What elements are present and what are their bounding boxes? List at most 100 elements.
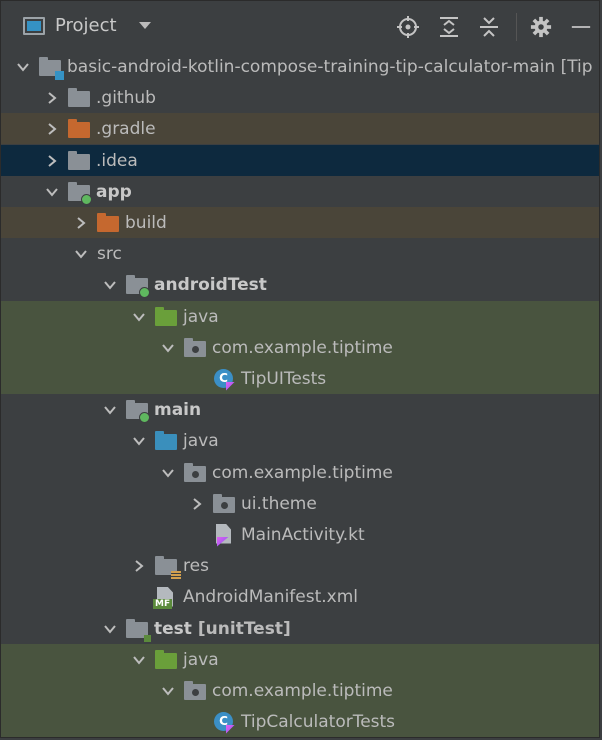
chevron-down-icon[interactable] bbox=[129, 307, 149, 327]
package-icon bbox=[213, 493, 235, 514]
chevron-down-icon[interactable] bbox=[158, 681, 178, 701]
package-icon bbox=[184, 337, 206, 358]
folder-icon bbox=[68, 87, 90, 108]
chevron-down-icon[interactable] bbox=[71, 244, 91, 264]
chevron-right-icon[interactable] bbox=[71, 213, 91, 233]
module-folder-icon bbox=[39, 56, 64, 80]
tree-row[interactable]: java bbox=[1, 301, 599, 332]
panel-title: Project bbox=[55, 15, 117, 36]
tree-row-label: ui.theme bbox=[241, 493, 317, 514]
source-folder-icon bbox=[155, 430, 177, 451]
tree-row[interactable]: .gradle bbox=[1, 113, 599, 144]
tree-row[interactable]: com.example.tiptime bbox=[1, 675, 599, 706]
package-icon bbox=[184, 680, 206, 701]
tree-row[interactable]: com.example.tiptime bbox=[1, 332, 599, 363]
chevron-down-icon[interactable] bbox=[158, 338, 178, 358]
chevron-down-icon[interactable] bbox=[42, 182, 62, 202]
chevron-down-icon[interactable] bbox=[138, 22, 151, 29]
module-folder-icon bbox=[126, 274, 150, 298]
tree-row[interactable]: src bbox=[1, 238, 599, 269]
tree-row-label: com.example.tiptime bbox=[212, 337, 393, 358]
chevron-right-icon[interactable] bbox=[129, 556, 149, 576]
chevron-right-icon[interactable] bbox=[42, 119, 62, 139]
tree-row[interactable]: java bbox=[1, 644, 599, 675]
tree-row-label: TipUITests bbox=[241, 368, 327, 389]
chevron-down-icon[interactable] bbox=[129, 431, 149, 451]
tree-row-label: java bbox=[183, 649, 219, 670]
manifest-file-icon: MF bbox=[153, 586, 177, 609]
module-folder-icon bbox=[126, 399, 150, 423]
kotlin-class-icon: C bbox=[213, 711, 235, 734]
folder-icon bbox=[68, 150, 90, 171]
tree-row-label: java bbox=[183, 306, 219, 327]
tree-row[interactable]: androidTest bbox=[1, 269, 599, 300]
test-source-folder-icon bbox=[155, 649, 177, 670]
tree-row[interactable]: build bbox=[1, 207, 599, 238]
chevron-down-icon[interactable] bbox=[100, 275, 120, 295]
tree-row-label: com.example.tiptime bbox=[212, 462, 393, 483]
tree-row[interactable]: MainActivity.kt bbox=[1, 519, 599, 550]
tree-row[interactable]: com.example.tiptime bbox=[1, 457, 599, 488]
chevron-right-icon[interactable] bbox=[187, 494, 207, 514]
chevron-down-icon[interactable] bbox=[100, 400, 120, 420]
kotlin-file-icon bbox=[213, 523, 235, 547]
tree-row-label: androidTest bbox=[154, 274, 267, 295]
tree-row[interactable]: MF AndroidManifest.xml bbox=[1, 581, 599, 612]
tree-row-label: basic-android-kotlin-compose-training-ti… bbox=[67, 56, 593, 77]
tree-row-label: res bbox=[183, 555, 209, 576]
expand-all-icon[interactable] bbox=[437, 15, 461, 39]
tree-row[interactable]: .idea bbox=[1, 145, 599, 176]
tree-row-label: MainActivity.kt bbox=[241, 524, 365, 545]
chevron-down-icon[interactable] bbox=[129, 650, 149, 670]
tree-row[interactable]: C TipCalculatorTests bbox=[1, 706, 599, 737]
tree-row-label: src bbox=[97, 243, 122, 264]
tree-row-label: com.example.tiptime bbox=[212, 680, 393, 701]
tree-row[interactable]: app bbox=[1, 176, 599, 207]
tree-row[interactable]: main bbox=[1, 394, 599, 425]
chevron-right-icon[interactable] bbox=[42, 151, 62, 171]
excluded-folder-icon bbox=[68, 118, 90, 139]
module-folder-icon bbox=[126, 618, 151, 642]
resources-folder-icon bbox=[155, 555, 181, 580]
tree-row[interactable]: C TipUITests bbox=[1, 363, 599, 394]
kotlin-class-icon: C bbox=[213, 368, 235, 391]
tree-row-label: .github bbox=[96, 87, 156, 108]
test-source-folder-icon bbox=[155, 306, 177, 327]
tree-row-label: TipCalculatorTests bbox=[241, 711, 396, 732]
tree-row-label: test bbox=[154, 618, 192, 639]
select-opened-file-icon[interactable] bbox=[396, 15, 420, 39]
chevron-down-icon[interactable] bbox=[100, 619, 120, 639]
tree-row-label: AndroidManifest.xml bbox=[183, 586, 359, 607]
tree-row[interactable]: res bbox=[1, 550, 599, 581]
project-window-icon bbox=[23, 16, 45, 35]
module-folder-icon bbox=[68, 181, 92, 205]
package-icon bbox=[184, 462, 206, 483]
project-view-selector[interactable]: Project bbox=[23, 15, 151, 36]
project-tool-window: Project basic-android-kotlin-compose-tra… bbox=[0, 0, 600, 738]
minimize-icon[interactable] bbox=[569, 15, 593, 39]
project-toolbar: Project bbox=[1, 1, 599, 53]
tree-row-label: main bbox=[154, 399, 202, 420]
gear-icon[interactable] bbox=[529, 15, 553, 39]
tree-row-label: build bbox=[125, 212, 167, 233]
tree-row[interactable]: ui.theme bbox=[1, 488, 599, 519]
tree-row[interactable]: test [unitTest] bbox=[1, 613, 599, 644]
chevron-down-icon[interactable] bbox=[158, 463, 178, 483]
tree-row[interactable]: basic-android-kotlin-compose-training-ti… bbox=[1, 51, 599, 82]
source-set-tag: [unitTest] bbox=[197, 618, 291, 639]
chevron-right-icon[interactable] bbox=[42, 88, 62, 108]
collapse-all-icon[interactable] bbox=[477, 15, 501, 39]
tree-row[interactable]: java bbox=[1, 425, 599, 456]
toolbar-divider bbox=[516, 13, 517, 41]
tree-row-label: .idea bbox=[96, 150, 138, 171]
chevron-down-icon[interactable] bbox=[13, 57, 33, 77]
excluded-folder-icon bbox=[97, 212, 119, 233]
tree-row-label: app bbox=[96, 181, 132, 202]
tree-row-label: .gradle bbox=[96, 118, 156, 139]
tree-row-label: java bbox=[183, 430, 219, 451]
tree-row[interactable]: .github bbox=[1, 82, 599, 113]
